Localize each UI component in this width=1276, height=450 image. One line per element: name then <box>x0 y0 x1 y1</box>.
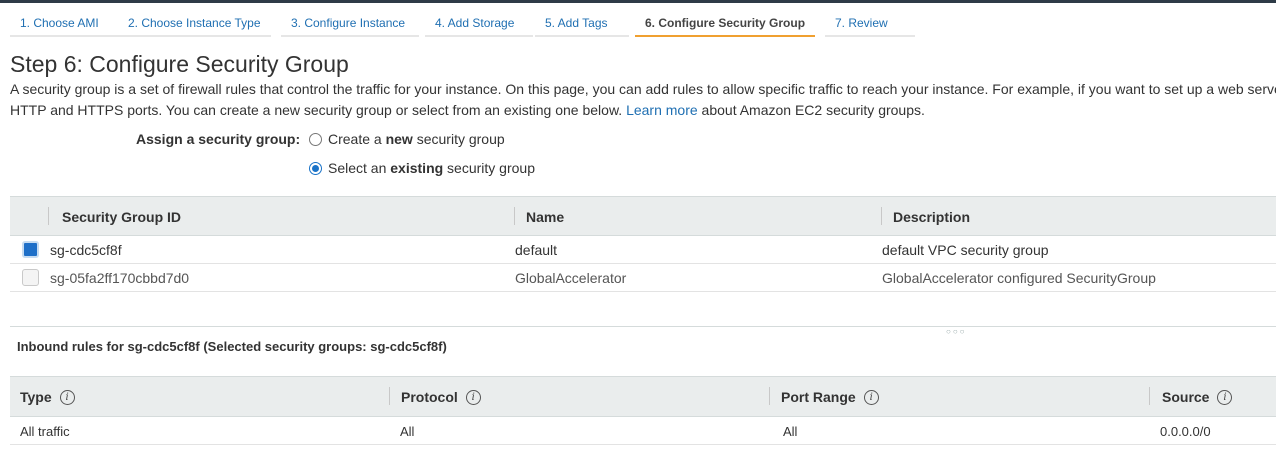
column-divider[interactable] <box>1149 387 1150 405</box>
column-header-port-range[interactable]: Port Range i <box>781 389 879 405</box>
row-checkbox[interactable] <box>22 269 39 286</box>
create-new-sg-option[interactable]: Create a new security group <box>309 131 505 147</box>
page-description: A security group is a set of firewall ru… <box>10 79 1276 121</box>
create-new-label: Create a new security group <box>328 131 505 147</box>
table-row: All traffic All All 0.0.0.0/0 <box>10 417 1276 445</box>
inbound-rules-table: Type i Protocol i Port Range i Source i All … <box>10 376 1276 445</box>
create-new-radio[interactable] <box>309 132 322 146</box>
sg-id: sg-05fa2ff170cbbd7d0 <box>50 270 190 286</box>
column-divider[interactable] <box>48 207 49 225</box>
select-existing-label: Select an existing security group <box>328 160 535 176</box>
table-header: Type i Protocol i Port Range i Source i <box>10 376 1276 417</box>
select-existing-radio[interactable] <box>309 161 322 175</box>
description-text-end: about Amazon EC2 security groups. <box>701 102 925 118</box>
page-title: Step 6: Configure Security Group <box>10 51 349 77</box>
column-header-source[interactable]: Source i <box>1162 389 1233 405</box>
tab-review[interactable]: 7. Review <box>825 11 915 37</box>
column-header-protocol[interactable]: Protocol i <box>401 389 481 405</box>
assign-security-group-label: Assign a security group: <box>136 131 301 147</box>
rule-source: 0.0.0.0/0 <box>1160 424 1211 439</box>
column-divider[interactable] <box>389 387 390 405</box>
info-icon[interactable]: i <box>465 389 481 405</box>
column-header-type[interactable]: Type i <box>20 389 75 405</box>
description-line-2: HTTP and HTTPS ports. You can create a n… <box>10 100 1276 121</box>
panel-resize-divider[interactable] <box>10 326 1276 327</box>
tab-configure-instance[interactable]: 3. Configure Instance <box>281 11 419 37</box>
column-divider[interactable] <box>514 207 515 225</box>
top-bar <box>0 0 1276 3</box>
tab-add-storage[interactable]: 4. Add Storage <box>425 11 533 37</box>
sg-description: default VPC security group <box>882 242 1049 258</box>
security-groups-table: Security Group ID Name Description sg-cd… <box>10 196 1276 292</box>
info-icon[interactable]: i <box>863 389 879 405</box>
resize-handle-icon[interactable]: ○○○ <box>946 327 967 336</box>
tab-choose-ami[interactable]: 1. Choose AMI <box>10 11 118 37</box>
description-text: HTTP and HTTPS ports. You can create a n… <box>10 102 623 118</box>
sg-name: default <box>515 242 558 258</box>
learn-more-link[interactable]: Learn more <box>626 102 698 118</box>
sg-id: sg-cdc5cf8f <box>50 242 122 258</box>
select-existing-sg-option[interactable]: Select an existing security group <box>309 160 535 176</box>
column-header-name[interactable]: Name <box>526 209 564 225</box>
tab-add-tags[interactable]: 5. Add Tags <box>535 11 629 37</box>
sg-name: GlobalAccelerator <box>515 270 627 286</box>
column-divider[interactable] <box>881 207 882 225</box>
info-icon[interactable]: i <box>1217 389 1233 405</box>
inbound-rules-title: Inbound rules for sg-cdc5cf8f (Selected … <box>17 339 447 354</box>
info-icon[interactable]: i <box>59 389 75 405</box>
table-row[interactable]: sg-05fa2ff170cbbd7d0 GlobalAccelerator G… <box>10 264 1276 292</box>
table-header: Security Group ID Name Description <box>10 196 1276 236</box>
row-checkbox[interactable] <box>22 241 39 258</box>
rule-port-range: All <box>783 424 798 439</box>
sg-description: GlobalAccelerator configured SecurityGro… <box>882 270 1156 286</box>
rule-protocol: All <box>400 424 415 439</box>
tab-configure-security-group[interactable]: 6. Configure Security Group <box>635 11 815 37</box>
table-row[interactable]: sg-cdc5cf8f default default VPC security… <box>10 236 1276 264</box>
description-line-1: A security group is a set of firewall ru… <box>10 81 1276 97</box>
column-header-security-group-id[interactable]: Security Group ID <box>62 209 181 225</box>
rule-type: All traffic <box>20 424 70 439</box>
column-header-description[interactable]: Description <box>893 209 970 225</box>
tab-choose-instance-type[interactable]: 2. Choose Instance Type <box>118 11 271 37</box>
column-divider[interactable] <box>769 387 770 405</box>
